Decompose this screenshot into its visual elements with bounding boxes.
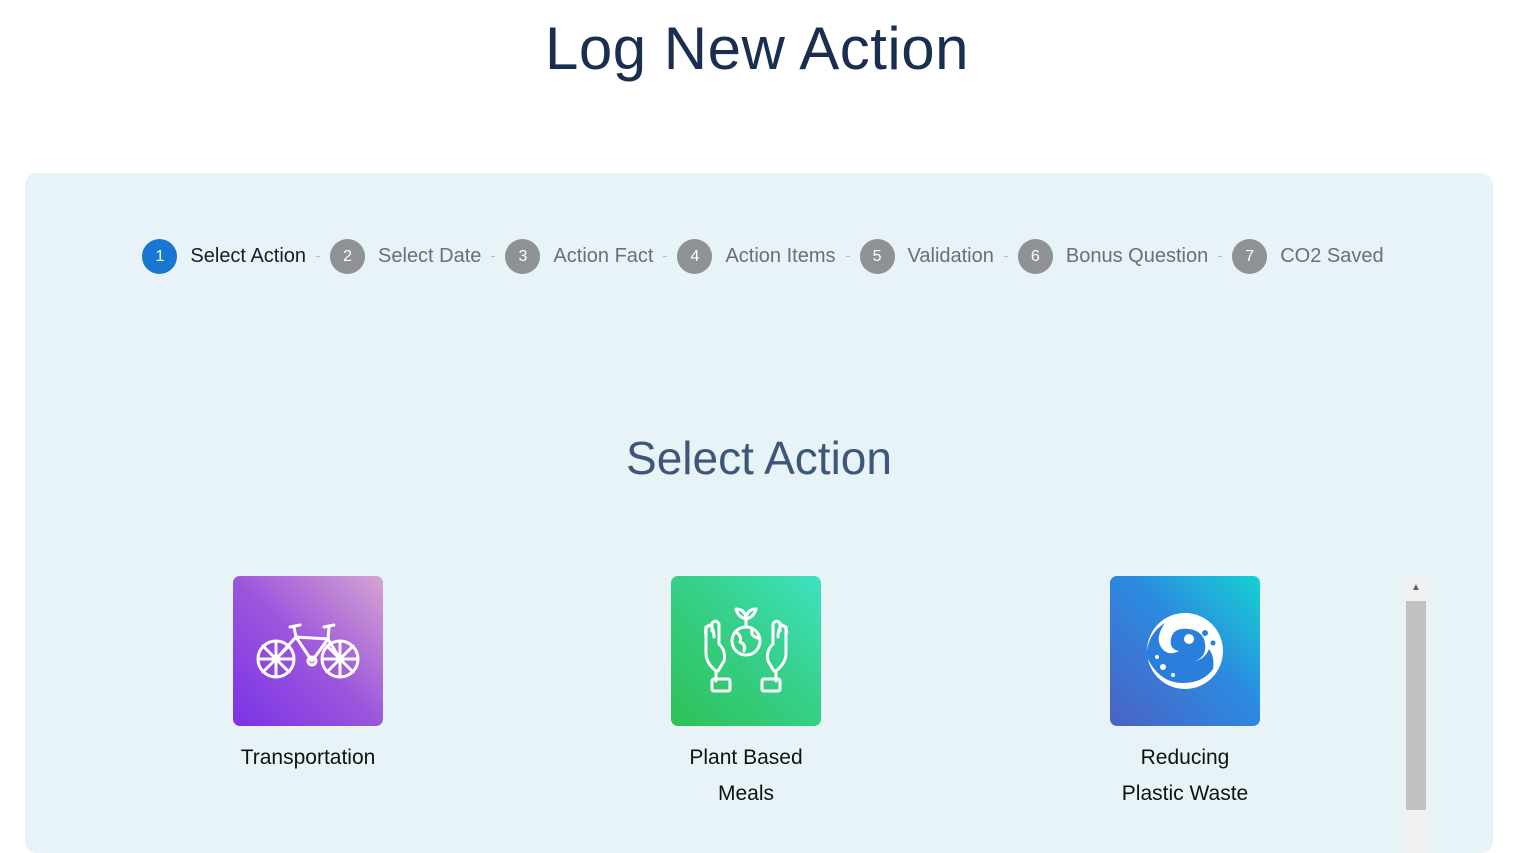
transportation-tile[interactable] bbox=[233, 576, 383, 726]
action-card-plant-based-meals[interactable]: Plant Based Meals bbox=[621, 576, 871, 812]
plant-based-meals-tile[interactable] bbox=[671, 576, 821, 726]
step-label: Bonus Question bbox=[1065, 245, 1209, 267]
bicycle-icon bbox=[256, 623, 360, 679]
scrollbar-thumb[interactable] bbox=[1406, 601, 1426, 810]
step-action-items[interactable]: 4 Action Items bbox=[677, 239, 836, 274]
step-connector bbox=[1218, 256, 1223, 257]
step-connector bbox=[663, 256, 668, 257]
step-connector bbox=[845, 256, 850, 257]
action-card-transportation[interactable]: Transportation bbox=[183, 576, 433, 776]
step-number: 3 bbox=[505, 239, 541, 274]
step-number: 2 bbox=[330, 239, 366, 274]
step-connector bbox=[491, 256, 496, 257]
step-label: Action Fact bbox=[553, 245, 654, 267]
step-co2-saved[interactable]: 7 CO2 Saved bbox=[1232, 239, 1384, 274]
action-card-reducing-plastic-waste[interactable]: Reducing Plastic Waste bbox=[1060, 576, 1310, 812]
step-number: 7 bbox=[1232, 239, 1268, 274]
step-connector bbox=[316, 256, 321, 257]
step-number: 5 bbox=[859, 239, 895, 274]
scroll-up-arrow-icon[interactable]: ▲ bbox=[1405, 576, 1427, 598]
step-label: Validation bbox=[907, 245, 994, 267]
step-number: 1 bbox=[142, 239, 178, 274]
page-title: Log New Action bbox=[545, 15, 969, 82]
section-title: Select Action bbox=[626, 432, 892, 484]
step-number: 4 bbox=[677, 239, 713, 274]
step-number: 6 bbox=[1017, 239, 1053, 274]
step-select-date[interactable]: 2 Select Date bbox=[330, 239, 481, 274]
log-action-panel: 1 Select Action 2 Select Date 3 Action F… bbox=[25, 173, 1493, 853]
hands-globe-plant-icon bbox=[704, 607, 788, 693]
step-action-fact[interactable]: 3 Action Fact bbox=[505, 239, 653, 274]
step-label: Select Date bbox=[378, 245, 482, 267]
step-bonus-question[interactable]: 6 Bonus Question bbox=[1017, 239, 1209, 274]
step-validation[interactable]: 5 Validation bbox=[859, 239, 994, 274]
step-label: Action Items bbox=[725, 245, 836, 267]
step-select-action[interactable]: 1 Select Action bbox=[142, 239, 306, 274]
action-label: Plant Based Meals bbox=[689, 746, 803, 805]
vertical-scrollbar[interactable]: ▲ bbox=[1405, 576, 1427, 853]
stepper: 1 Select Action 2 Select Date 3 Action F… bbox=[25, 239, 1493, 274]
reducing-plastic-waste-tile[interactable] bbox=[1110, 576, 1260, 726]
action-label: Reducing Plastic Waste bbox=[1121, 746, 1249, 805]
step-label: Select Action bbox=[190, 245, 307, 267]
step-connector bbox=[1003, 256, 1008, 257]
step-label: CO2 Saved bbox=[1280, 245, 1384, 267]
wave-icon bbox=[1147, 613, 1223, 689]
action-label: Transportation bbox=[240, 746, 376, 769]
